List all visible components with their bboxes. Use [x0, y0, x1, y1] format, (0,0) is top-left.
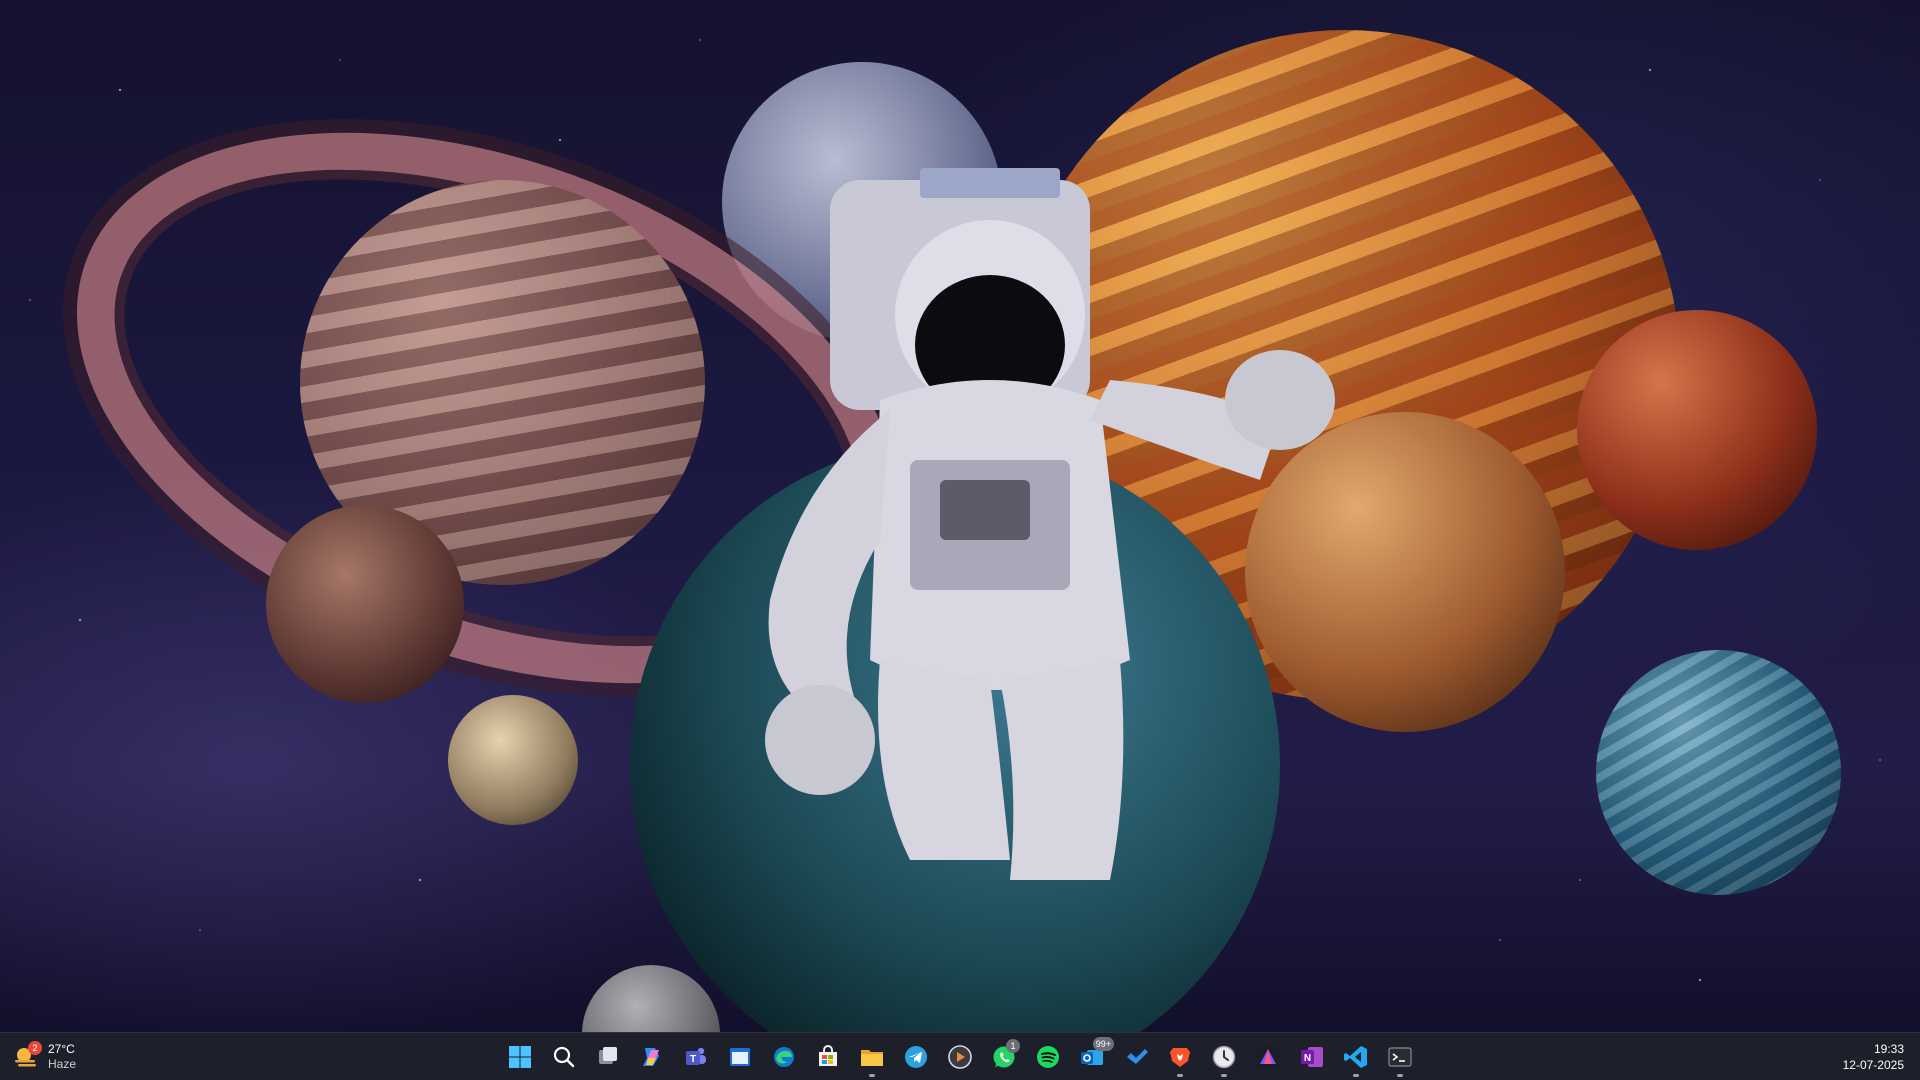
system-clock[interactable]: 19:33 12-07-2025	[1843, 1041, 1904, 1073]
weather-condition: Haze	[48, 1057, 77, 1071]
edge-button[interactable]	[764, 1037, 804, 1077]
whatsapp-button[interactable]: 1	[984, 1037, 1024, 1077]
sun-haze-icon: 2	[12, 1041, 42, 1071]
mars-planet	[1577, 310, 1817, 550]
small-beige-planet	[448, 695, 578, 825]
running-indicator	[1397, 1074, 1403, 1077]
running-indicator	[1353, 1074, 1359, 1077]
desktop-wallpaper	[0, 0, 1920, 1032]
running-indicator	[869, 1074, 875, 1077]
blue-planet	[1596, 650, 1841, 895]
search-button[interactable]	[544, 1037, 584, 1077]
astronaut-figure	[765, 168, 1335, 880]
media-player-button[interactable]	[940, 1037, 980, 1077]
svg-text:N: N	[1304, 1053, 1311, 1064]
brave-icon	[1170, 1048, 1190, 1067]
weather-widget[interactable]: 2 27°C Haze	[12, 1039, 102, 1075]
window-icon	[730, 1048, 750, 1066]
search-icon	[553, 1046, 575, 1068]
todo-button[interactable]	[1116, 1037, 1156, 1077]
taskbar-app-icons: T 1 99+ N	[500, 1037, 1420, 1077]
play-icon	[948, 1045, 972, 1069]
outlook-badge: 99+	[1092, 1037, 1114, 1051]
running-indicator	[1221, 1074, 1227, 1077]
teams-icon: T	[686, 1047, 706, 1065]
terminal-button[interactable]	[1380, 1037, 1420, 1077]
affinity-icon	[1257, 1046, 1279, 1068]
onenote-icon: N	[1301, 1047, 1323, 1067]
edge-icon	[774, 1047, 794, 1067]
outlook-button[interactable]: 99+	[1072, 1037, 1114, 1077]
file-explorer-button[interactable]	[852, 1037, 892, 1077]
start-button[interactable]	[500, 1037, 540, 1077]
brave-button[interactable]	[1160, 1037, 1200, 1077]
weather-temperature: 27°C	[48, 1042, 75, 1056]
task-view-icon	[599, 1047, 617, 1064]
terminal-icon	[1388, 1047, 1412, 1067]
spotify-button[interactable]	[1028, 1037, 1068, 1077]
store-button[interactable]	[808, 1037, 848, 1077]
vscode-icon	[1344, 1046, 1367, 1068]
telegram-button[interactable]	[896, 1037, 936, 1077]
clock-icon	[1212, 1045, 1236, 1069]
small-red-planet	[266, 505, 464, 703]
copilot-icon	[643, 1048, 659, 1066]
taskbar: 2 27°C Haze T 1 99+ N 19:33 12-07-2025	[0, 1032, 1920, 1080]
copilot-button[interactable]	[632, 1037, 672, 1077]
store-icon	[819, 1045, 837, 1066]
telegram-icon	[905, 1046, 927, 1068]
svg-text:T: T	[690, 1054, 696, 1065]
task-view-button[interactable]	[588, 1037, 628, 1077]
vscode-button[interactable]	[1336, 1037, 1376, 1077]
windows-logo-icon	[509, 1046, 531, 1068]
affinity-button[interactable]	[1248, 1037, 1288, 1077]
clock-date: 12-07-2025	[1842, 1058, 1904, 1072]
whatsapp-badge: 1	[1006, 1039, 1020, 1053]
spotify-icon	[1037, 1046, 1059, 1068]
teams-button[interactable]: T	[676, 1037, 716, 1077]
clock-app-button[interactable]	[1204, 1037, 1244, 1077]
folder-icon	[861, 1050, 883, 1066]
clock-time: 19:33	[1873, 1042, 1904, 1056]
onenote-button[interactable]: N	[1292, 1037, 1332, 1077]
widgets-button[interactable]	[720, 1037, 760, 1077]
running-indicator	[1177, 1074, 1183, 1077]
checkmark-icon	[1127, 1049, 1148, 1064]
weather-badge: 2	[28, 1041, 42, 1055]
